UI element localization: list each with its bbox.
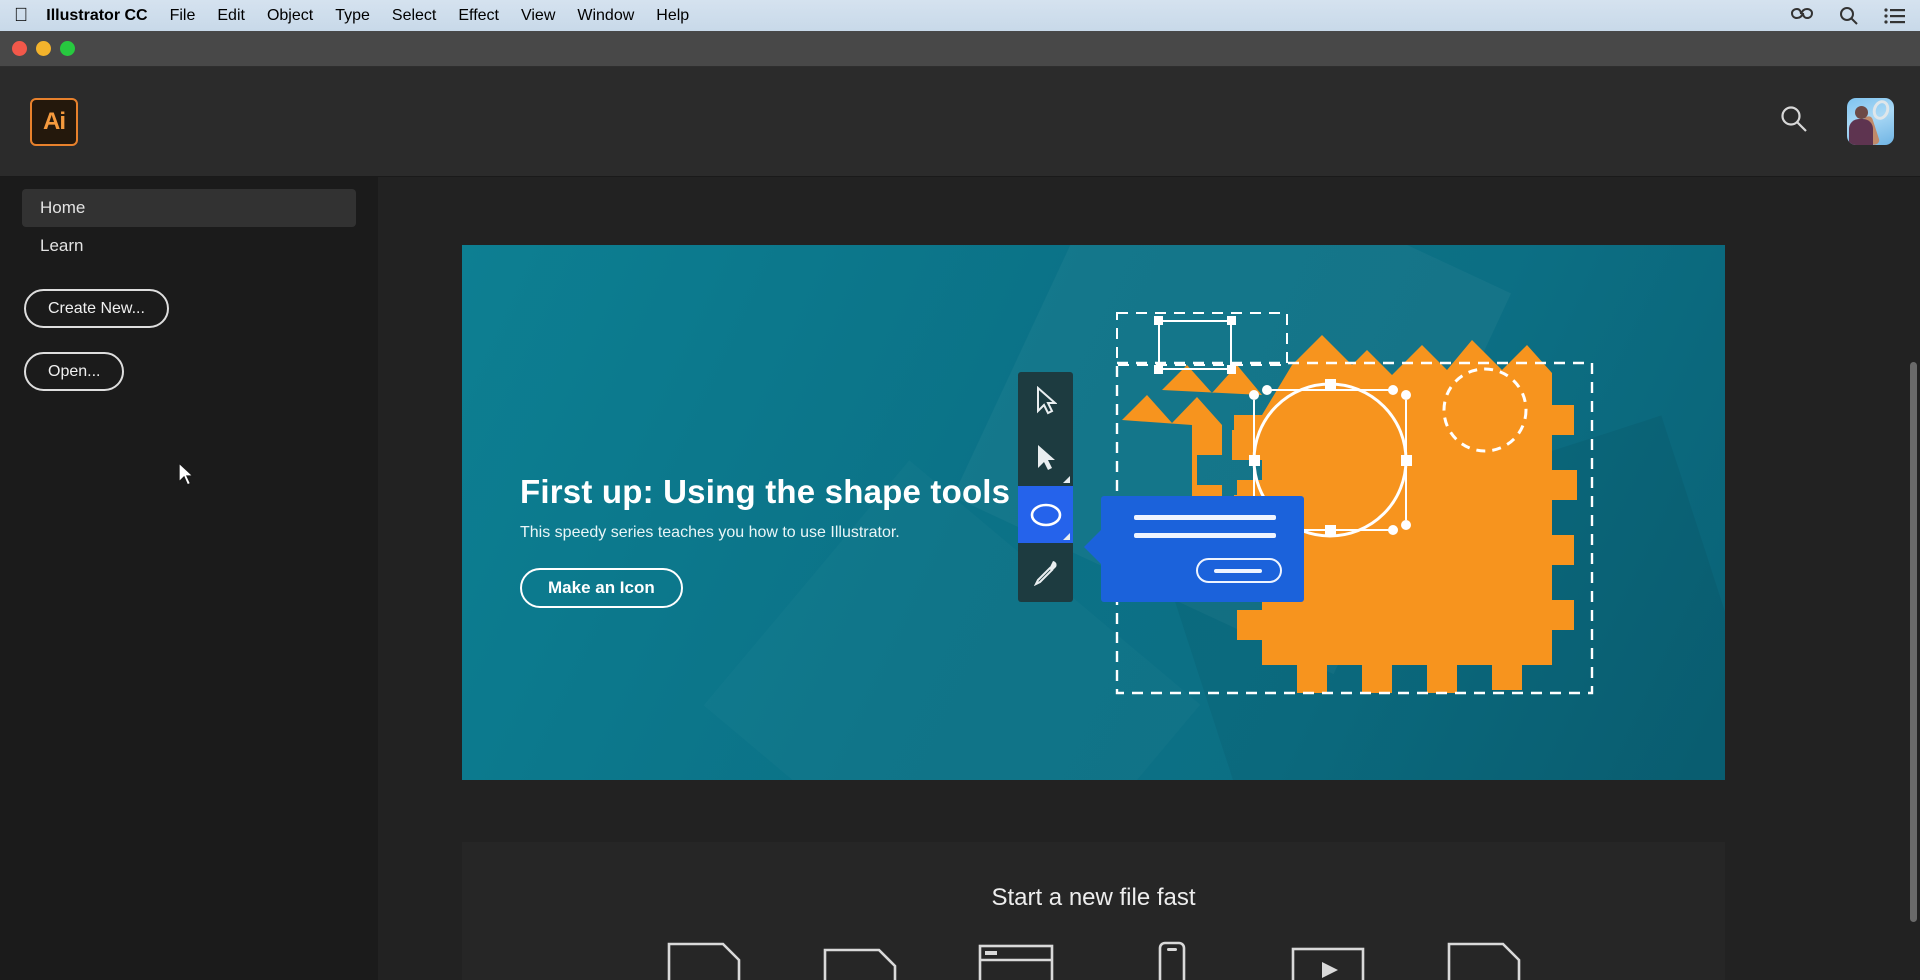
hero-subtitle: This speedy series teaches you how to us… [520, 524, 1080, 542]
menu-item-edit[interactable]: Edit [217, 7, 245, 25]
menu-item-view[interactable]: View [521, 7, 555, 25]
window-close-button[interactable] [12, 41, 27, 56]
sidebar-item-home[interactable]: Home [22, 189, 356, 227]
hero-banner[interactable]: First up: Using the shape tools This spe… [462, 245, 1725, 780]
avatar-detail-racket [1870, 98, 1892, 122]
window-zoom-button[interactable] [60, 41, 75, 56]
menu-item-object[interactable]: Object [267, 7, 313, 25]
callout-notch [1084, 530, 1101, 564]
start-new-file-section: Start a new file fast [462, 842, 1725, 980]
header-search-icon[interactable] [1779, 104, 1809, 139]
callout-line-1 [1134, 515, 1276, 520]
sidebar: Home Learn Create New... Open... [0, 177, 378, 980]
apple-logo-icon[interactable]:  [14, 6, 28, 25]
control-center-icon[interactable] [1884, 8, 1906, 24]
menu-item-file[interactable]: File [170, 7, 196, 25]
callout-line-2 [1134, 533, 1276, 538]
make-an-icon-button[interactable]: Make an Icon [520, 568, 683, 608]
content-scrollbar[interactable] [1910, 362, 1917, 922]
hero-copy: First up: Using the shape tools This spe… [520, 473, 1080, 608]
create-new-button[interactable]: Create New... [24, 289, 169, 328]
menu-item-type[interactable]: Type [335, 7, 370, 25]
sidebar-item-learn[interactable]: Learn [22, 227, 356, 265]
preset-web-page[interactable] [977, 940, 1055, 980]
menu-item-help[interactable]: Help [656, 7, 689, 25]
menu-item-select[interactable]: Select [392, 7, 436, 25]
avatar-detail-body [1849, 119, 1873, 145]
menu-app-name[interactable]: Illustrator CC [46, 7, 147, 25]
creative-cloud-icon[interactable] [1791, 7, 1813, 25]
preset-document-1[interactable] [665, 940, 743, 980]
macos-menu-bar:  Illustrator CC File Edit Object Type S… [0, 0, 1920, 31]
preset-video[interactable] [1289, 940, 1367, 980]
start-new-file-heading: Start a new file fast [462, 842, 1725, 912]
preset-list [462, 940, 1725, 980]
sidebar-open-row: Open... [0, 328, 378, 391]
main-content: First up: Using the shape tools This spe… [378, 177, 1920, 980]
open-button[interactable]: Open... [24, 352, 124, 391]
avatar-detail-head [1855, 106, 1868, 119]
preset-document-2[interactable] [821, 940, 899, 980]
sidebar-create-new-row: Create New... [0, 265, 378, 328]
preset-mobile[interactable] [1133, 940, 1211, 980]
menu-item-window[interactable]: Window [577, 7, 634, 25]
artwork-callout-card [1101, 496, 1304, 602]
menu-item-effect[interactable]: Effect [458, 7, 499, 25]
illustrator-logo-icon[interactable]: Ai [30, 98, 78, 146]
search-icon[interactable] [1839, 6, 1858, 25]
hero-title: First up: Using the shape tools [520, 473, 1080, 511]
user-avatar[interactable] [1847, 98, 1894, 145]
window-minimize-button[interactable] [36, 41, 51, 56]
mouse-cursor [178, 462, 196, 493]
app-header: Ai [0, 67, 1920, 177]
preset-document-3[interactable] [1445, 940, 1523, 980]
selection-tool-icon[interactable] [1018, 372, 1073, 429]
callout-pill-button [1196, 558, 1282, 583]
window-title-bar [0, 31, 1920, 67]
